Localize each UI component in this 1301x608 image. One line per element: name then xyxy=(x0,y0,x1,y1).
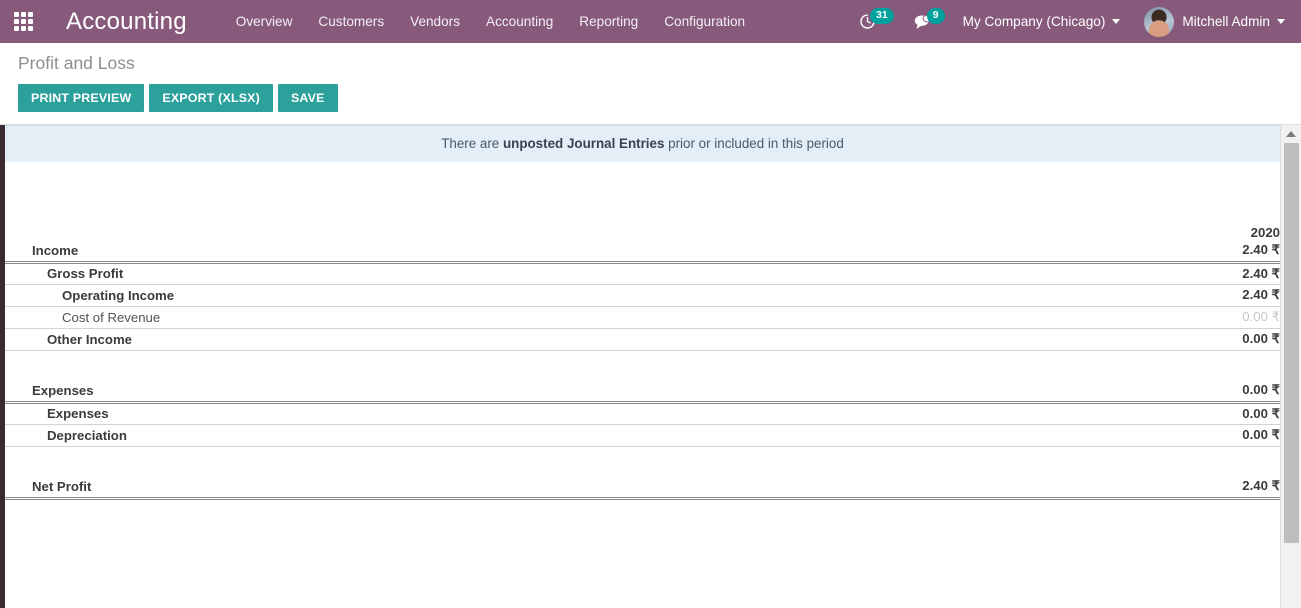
row-label-cell: Other Income xyxy=(5,328,980,351)
row-value: 0.00 ₹ xyxy=(980,328,1280,351)
table-row: Depreciation 0.00 ₹ xyxy=(5,424,1280,447)
table-row: Expenses 0.00 ₹ xyxy=(5,380,1280,404)
print-preview-button[interactable]: PRINT PREVIEW xyxy=(18,84,145,112)
table-row: Gross Profit 2.40 ₹ xyxy=(5,262,1280,285)
column-header-2020: 2020 xyxy=(1250,225,1280,240)
vertical-scrollbar[interactable] xyxy=(1280,125,1301,608)
row-label-cell: Income xyxy=(5,240,980,264)
row-label-cell: Expenses xyxy=(5,380,980,404)
table-row[interactable]: Operating Income 2.40 ₹ xyxy=(5,284,1280,307)
company-switcher[interactable]: My Company (Chicago) xyxy=(955,14,1129,29)
table-row: Expenses 0.00 ₹ xyxy=(5,402,1280,425)
menu-item-vendors[interactable]: Vendors xyxy=(397,0,473,43)
avatar xyxy=(1144,6,1175,37)
apps-grid-icon xyxy=(13,12,33,31)
menu-item-accounting[interactable]: Accounting xyxy=(473,0,566,43)
scrollbar-thumb[interactable] xyxy=(1284,143,1299,543)
user-name: Mitchell Admin xyxy=(1182,14,1270,29)
user-menu[interactable]: Mitchell Admin xyxy=(1128,6,1293,37)
row-label: Income xyxy=(32,242,79,258)
scroll-up-button[interactable] xyxy=(1281,125,1301,142)
table-row: Other Income 0.00 ₹ xyxy=(5,328,1280,351)
row-value: 0.00 ₹ xyxy=(980,402,1280,425)
table-row: Cost of Revenue 0.00 ₹ xyxy=(5,306,1280,329)
row-value: 0.00 ₹ xyxy=(980,424,1280,447)
table-top-spacer xyxy=(5,163,1280,225)
chevron-down-icon xyxy=(1277,19,1285,24)
messages-count-badge: 9 xyxy=(926,7,945,24)
page-title: Profit and Loss xyxy=(18,53,135,73)
scroll-up-arrow-icon xyxy=(1286,130,1296,137)
apps-menu-button[interactable] xyxy=(0,0,46,43)
row-label-cell: Net Profit xyxy=(5,476,980,500)
row-label: Net Profit xyxy=(32,478,92,494)
row-value: 2.40 ₹ xyxy=(980,240,1280,264)
row-label: Operating Income xyxy=(62,287,175,303)
export-xlsx-button[interactable]: EXPORT (XLSX) xyxy=(149,84,273,112)
section-spacer-row xyxy=(5,446,1280,476)
header-name-cell xyxy=(5,225,980,240)
profit-and-loss-table: 2020 Income 2.40 ₹ Gross Profit 2.40 ₹ Opera… xyxy=(5,163,1280,500)
top-navbar: Accounting Overview Customers Vendors Ac… xyxy=(0,0,1301,43)
row-label: Other Income xyxy=(47,331,133,347)
banner-suffix: prior or included in this period xyxy=(664,136,844,151)
row-label: Expenses xyxy=(47,406,109,421)
row-value: 2.40 ₹ xyxy=(980,476,1280,500)
table-row: Income 2.40 ₹ xyxy=(5,240,1280,264)
row-label: Gross Profit xyxy=(47,266,124,281)
row-value: 2.40 ₹ xyxy=(980,262,1280,285)
navbar-right-group: 31 9 My Company (Chicago) Mitchell Admin xyxy=(849,0,1293,43)
brand-title[interactable]: Accounting xyxy=(66,8,187,36)
save-button[interactable]: SAVE xyxy=(277,84,338,112)
table-row: Net Profit 2.40 ₹ xyxy=(5,476,1280,500)
activity-count-badge: 31 xyxy=(870,7,894,24)
unposted-entries-banner: There are unposted Journal Entries prior… xyxy=(5,125,1280,163)
report-scroll-region: 2020 Income 2.40 ₹ Gross Profit 2.40 ₹ Opera… xyxy=(5,163,1280,608)
banner-strong: unposted Journal Entries xyxy=(502,136,665,151)
main-menu: Overview Customers Vendors Accounting Re… xyxy=(223,0,758,43)
menu-item-configuration[interactable]: Configuration xyxy=(651,0,758,43)
company-name: My Company (Chicago) xyxy=(962,14,1106,29)
row-value: 0.00 ₹ xyxy=(980,306,1280,329)
row-label-cell: Depreciation xyxy=(5,424,980,447)
messages-menu-button[interactable]: 9 xyxy=(914,7,945,30)
row-value: 0.00 ₹ xyxy=(980,380,1280,404)
section-spacer-row xyxy=(5,350,1280,380)
banner-prefix: There are xyxy=(441,136,503,151)
menu-item-overview[interactable]: Overview xyxy=(223,0,306,43)
row-value: 2.40 ₹ xyxy=(980,284,1280,307)
row-label: Cost of Revenue xyxy=(62,309,161,325)
report-table-body: 2020 Income 2.40 ₹ Gross Profit 2.40 ₹ Opera… xyxy=(5,163,1280,500)
report-content-area: There are unposted Journal Entries prior… xyxy=(0,125,1301,608)
table-header-row: 2020 xyxy=(5,225,1280,240)
chevron-down-icon xyxy=(1112,19,1121,24)
activity-menu-button[interactable]: 31 xyxy=(859,7,894,30)
row-label-cell: Expenses xyxy=(5,402,980,425)
row-label-cell: Operating Income xyxy=(5,284,980,307)
control-panel: Profit and Loss PRINT PREVIEW EXPORT (XL… xyxy=(0,43,1301,162)
menu-item-reporting[interactable]: Reporting xyxy=(566,0,651,43)
row-label: Depreciation xyxy=(47,427,127,443)
row-label: Expenses xyxy=(32,382,94,398)
row-label-cell: Gross Profit xyxy=(5,262,980,285)
menu-item-customers[interactable]: Customers xyxy=(305,0,397,43)
row-label-cell: Cost of Revenue xyxy=(5,306,980,329)
action-button-row: PRINT PREVIEW EXPORT (XLSX) SAVE xyxy=(18,84,1283,112)
